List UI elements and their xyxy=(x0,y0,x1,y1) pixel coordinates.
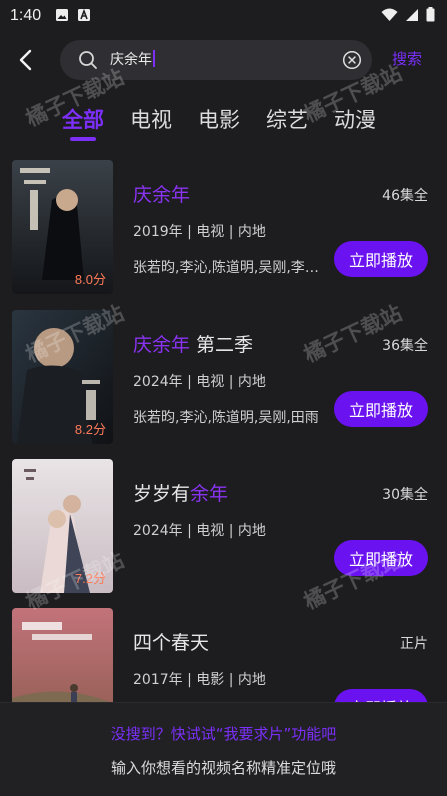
tab-variety-label: 综艺 xyxy=(266,108,308,132)
tab-variety[interactable]: 综艺 xyxy=(266,104,308,138)
clear-icon xyxy=(342,50,362,70)
status-time: 1:40 xyxy=(10,7,42,24)
back-button[interactable] xyxy=(12,46,40,74)
episode-count: 30集全 xyxy=(382,487,428,503)
tab-all-label: 全部 xyxy=(62,108,104,132)
title-plain: 四个春天 xyxy=(133,632,210,654)
tab-tv-label: 电视 xyxy=(130,108,172,132)
search-icon xyxy=(78,50,98,70)
clear-search-button[interactable] xyxy=(342,50,362,70)
request-movie-link[interactable]: 没搜到？快试试“我要求片”功能吧 xyxy=(0,723,447,744)
title-highlight: 庆余年 xyxy=(133,334,191,356)
result-item[interactable]: 8.0分 庆余年 46集全 2019年 | 电视 | 内地 张若昀,李沁,陈道明… xyxy=(12,160,435,294)
result-title[interactable]: 四个春天 xyxy=(133,628,209,655)
poster-score: 8.2分 xyxy=(74,422,106,437)
poster-score: 7.2分 xyxy=(74,571,106,586)
play-now-button[interactable]: 立即播放 xyxy=(334,391,428,427)
result-meta: 2024年 | 电视 | 内地 xyxy=(133,523,266,539)
episode-count: 正片 xyxy=(400,636,428,652)
tab-tv[interactable]: 电视 xyxy=(130,104,172,138)
result-cast: 张若昀,李沁,陈道明,吴刚,田雨 xyxy=(133,410,319,426)
active-tab-indicator xyxy=(70,137,96,141)
result-item[interactable]: 7.2分 岁岁有余年 30集全 2024年 | 电视 | 内地 立即播放 xyxy=(12,459,435,593)
result-meta: 2024年 | 电视 | 内地 xyxy=(133,374,266,390)
episode-count: 36集全 xyxy=(382,338,428,354)
poster-score: 8.0分 xyxy=(74,272,106,287)
search-query-text[interactable]: 庆余年 xyxy=(110,40,155,80)
signal-icon xyxy=(405,7,419,26)
title-prefix: 岁岁有 xyxy=(133,483,191,505)
image-notification-icon xyxy=(55,7,69,26)
category-tabs: 全部 电视 电影 综艺 动漫 xyxy=(62,104,402,144)
poster-image[interactable]: 8.0分 xyxy=(12,160,113,294)
request-panel: 没搜到？快试试“我要求片”功能吧 输入你想看的视频名称精准定位哦 xyxy=(0,702,447,796)
result-title[interactable]: 岁岁有余年 xyxy=(133,479,228,506)
search-button[interactable]: 搜索 xyxy=(392,48,422,69)
request-hint: 输入你想看的视频名称精准定位哦 xyxy=(110,759,336,777)
text-caret xyxy=(153,50,155,67)
tab-anime[interactable]: 动漫 xyxy=(334,104,376,138)
play-now-button[interactable]: 立即播放 xyxy=(334,241,428,277)
result-title[interactable]: 庆余年 xyxy=(133,180,190,207)
font-notification-icon xyxy=(77,7,91,26)
status-notification-icons xyxy=(55,7,91,26)
tab-movie[interactable]: 电影 xyxy=(198,104,240,138)
episode-count: 46集全 xyxy=(382,188,428,204)
poster-image[interactable]: 8.2分 xyxy=(12,310,113,444)
result-cast: 张若昀,李沁,陈道明,吴刚,李纯,辛芷蕾 xyxy=(133,260,325,276)
search-bar-row: 庆余年 搜索 xyxy=(0,36,447,84)
tab-anime-label: 动漫 xyxy=(334,108,376,132)
poster-image[interactable]: 7.2分 xyxy=(12,459,113,593)
title-suffix: 第二季 xyxy=(190,334,254,356)
result-title[interactable]: 庆余年 第二季 xyxy=(133,330,253,357)
status-bar: 1:40 xyxy=(0,0,447,32)
result-meta: 2017年 | 电影 | 内地 xyxy=(133,672,266,688)
tab-movie-label: 电影 xyxy=(198,108,240,132)
battery-icon xyxy=(426,6,435,26)
wifi-icon xyxy=(381,7,398,26)
search-input[interactable]: 庆余年 xyxy=(60,40,372,80)
tab-all[interactable]: 全部 xyxy=(62,104,104,141)
result-item[interactable]: 8.2分 庆余年 第二季 36集全 2024年 | 电视 | 内地 张若昀,李沁… xyxy=(12,310,435,444)
play-now-button[interactable]: 立即播放 xyxy=(334,540,428,576)
search-query: 庆余年 xyxy=(110,52,152,68)
back-arrow-icon xyxy=(19,49,32,71)
title-highlight: 余年 xyxy=(190,483,229,505)
status-system-icons xyxy=(381,6,435,26)
result-meta: 2019年 | 电视 | 内地 xyxy=(133,224,266,240)
title-highlight: 庆余年 xyxy=(133,184,191,206)
